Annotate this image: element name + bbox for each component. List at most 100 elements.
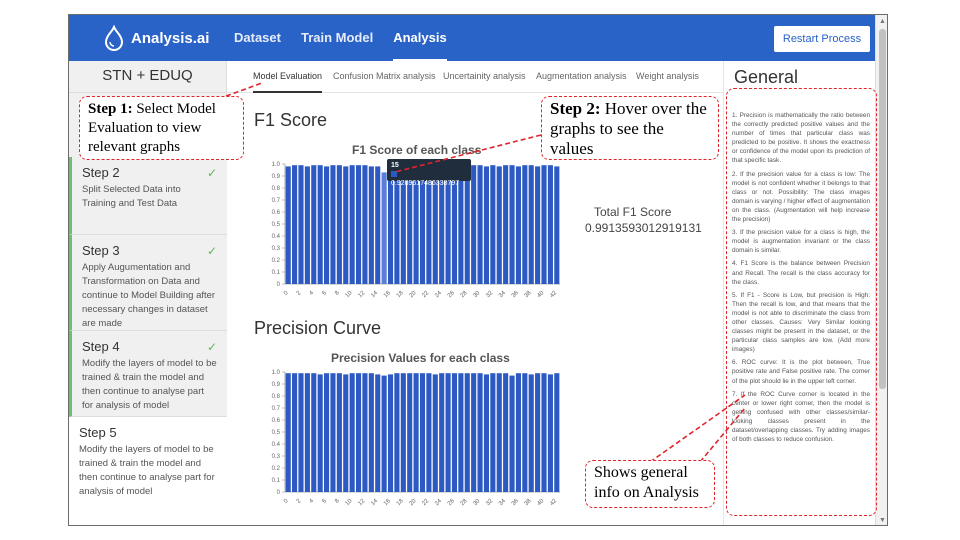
x-tick-label: 6 bbox=[321, 290, 328, 297]
bar-class-34[interactable] bbox=[503, 373, 509, 492]
bar-class-41[interactable] bbox=[547, 165, 553, 284]
bar-class-29[interactable] bbox=[471, 373, 477, 492]
bar-class-4[interactable] bbox=[311, 165, 317, 284]
bar-class-5[interactable] bbox=[317, 165, 323, 284]
tab-augmentation[interactable]: Augmentation analysis bbox=[536, 61, 627, 91]
bar-class-21[interactable] bbox=[419, 373, 426, 492]
bar-class-39[interactable] bbox=[535, 166, 541, 284]
bar-class-40[interactable] bbox=[541, 373, 547, 492]
bar-class-25[interactable] bbox=[445, 373, 451, 492]
x-tick-label: 20 bbox=[409, 498, 418, 507]
bar-class-42[interactable] bbox=[554, 373, 560, 492]
bar-class-3[interactable] bbox=[304, 373, 310, 492]
scroll-up-icon[interactable]: ▲ bbox=[879, 18, 886, 25]
bar-class-39[interactable] bbox=[535, 373, 541, 492]
bar-class-35[interactable] bbox=[509, 165, 515, 284]
bar-class-6[interactable] bbox=[324, 166, 330, 284]
bar-class-19[interactable] bbox=[407, 373, 413, 492]
logo[interactable]: Analysis.ai bbox=[103, 25, 209, 51]
bar-class-20[interactable] bbox=[413, 373, 419, 492]
bar-class-9[interactable] bbox=[343, 166, 349, 284]
bar-class-36[interactable] bbox=[515, 166, 521, 284]
bar-class-37[interactable] bbox=[522, 373, 528, 492]
check-icon: ✓ bbox=[206, 340, 217, 354]
bar-class-32[interactable] bbox=[490, 165, 496, 284]
bar-class-1[interactable] bbox=[292, 373, 298, 492]
bar-class-33[interactable] bbox=[496, 166, 502, 284]
sidebar-step-2[interactable]: Step 2 Split Selected Data into Training… bbox=[69, 157, 227, 235]
bar-class-14[interactable] bbox=[375, 166, 381, 284]
bar-class-12[interactable] bbox=[362, 165, 368, 284]
bar-class-30[interactable] bbox=[477, 373, 483, 492]
scroll-down-icon[interactable]: ▼ bbox=[879, 517, 886, 524]
tab-weight[interactable]: Weight analysis bbox=[636, 61, 699, 91]
bar-class-13[interactable] bbox=[368, 373, 374, 492]
sidebar-step-3[interactable]: Step 3 Apply Augumentation and Transform… bbox=[69, 235, 227, 331]
bar-class-35[interactable] bbox=[509, 375, 515, 492]
bar-class-8[interactable] bbox=[336, 165, 342, 284]
x-tick-label: 2 bbox=[296, 498, 303, 505]
bar-class-41[interactable] bbox=[547, 374, 553, 492]
bar-class-2[interactable] bbox=[298, 165, 304, 284]
bar-class-42[interactable] bbox=[554, 166, 560, 284]
bar-class-2[interactable] bbox=[298, 373, 304, 492]
general-info-highlight bbox=[726, 88, 877, 516]
bar-class-36[interactable] bbox=[515, 373, 521, 492]
bar-class-15[interactable] bbox=[381, 172, 387, 284]
bar-class-14[interactable] bbox=[375, 374, 381, 492]
nav-train-model[interactable]: Train Model bbox=[301, 15, 373, 61]
tab-uncertainity[interactable]: Uncertainity analysis bbox=[443, 61, 526, 91]
bar-class-15[interactable] bbox=[381, 375, 387, 492]
nav-dataset[interactable]: Dataset bbox=[234, 15, 281, 61]
bar-class-11[interactable] bbox=[355, 373, 362, 492]
bar-class-22[interactable] bbox=[426, 373, 432, 492]
bar-class-24[interactable] bbox=[439, 373, 445, 492]
bar-class-10[interactable] bbox=[349, 165, 355, 284]
bar-class-7[interactable] bbox=[330, 373, 336, 492]
bar-class-10[interactable] bbox=[349, 373, 355, 492]
bar-class-5[interactable] bbox=[317, 374, 323, 492]
bar-class-0[interactable] bbox=[285, 373, 291, 492]
bar-class-0[interactable] bbox=[285, 166, 291, 284]
bar-class-30[interactable] bbox=[477, 165, 483, 284]
sidebar-step-5[interactable]: Step 5 Modify the layers of model to be … bbox=[69, 417, 227, 525]
scrollbar-thumb[interactable] bbox=[879, 29, 886, 389]
bar-class-28[interactable] bbox=[464, 373, 470, 492]
x-tick-label: 16 bbox=[383, 498, 392, 507]
bar-class-6[interactable] bbox=[324, 373, 330, 492]
bar-class-3[interactable] bbox=[304, 166, 310, 284]
bar-class-13[interactable] bbox=[368, 166, 374, 284]
bar-class-27[interactable] bbox=[458, 373, 464, 492]
bar-class-16[interactable] bbox=[387, 374, 394, 492]
precision-bar-chart[interactable]: 00.10.20.30.40.50.60.70.80.91.00 2 4 6 8 10 12… bbox=[259, 366, 569, 516]
bar-class-8[interactable] bbox=[336, 373, 342, 492]
nav-analysis[interactable]: Analysis bbox=[393, 15, 447, 61]
bar-class-31[interactable] bbox=[483, 166, 490, 284]
bar-class-12[interactable] bbox=[362, 373, 368, 492]
bar-class-9[interactable] bbox=[343, 374, 349, 492]
bar-class-29[interactable] bbox=[471, 165, 477, 284]
step-title: Step 3 bbox=[82, 243, 120, 258]
restart-process-button[interactable]: Restart Process bbox=[774, 26, 870, 52]
bar-class-18[interactable] bbox=[400, 373, 406, 492]
bar-class-4[interactable] bbox=[311, 373, 317, 492]
bar-class-32[interactable] bbox=[490, 373, 496, 492]
bar-class-17[interactable] bbox=[394, 373, 400, 492]
bar-class-40[interactable] bbox=[541, 165, 547, 284]
bar-class-1[interactable] bbox=[292, 165, 298, 284]
bar-class-33[interactable] bbox=[496, 373, 502, 492]
bar-class-26[interactable] bbox=[451, 373, 458, 492]
bar-class-38[interactable] bbox=[528, 165, 534, 284]
bar-class-34[interactable] bbox=[503, 165, 509, 284]
bar-class-37[interactable] bbox=[522, 165, 528, 284]
logo-text: Analysis.ai bbox=[131, 29, 210, 47]
bar-class-11[interactable] bbox=[355, 165, 362, 284]
sidebar-step-4[interactable]: Step 4 Modify the layers of model to be … bbox=[69, 331, 227, 417]
x-tick-label: 36 bbox=[511, 498, 520, 507]
bar-class-7[interactable] bbox=[330, 165, 336, 284]
bar-class-31[interactable] bbox=[483, 374, 490, 492]
bar-class-23[interactable] bbox=[432, 374, 438, 492]
bar-class-38[interactable] bbox=[528, 374, 534, 492]
tab-model-evaluation[interactable]: Model Evaluation bbox=[253, 61, 323, 93]
tab-confusion-matrix[interactable]: Confusion Matrix analysis bbox=[333, 61, 436, 91]
